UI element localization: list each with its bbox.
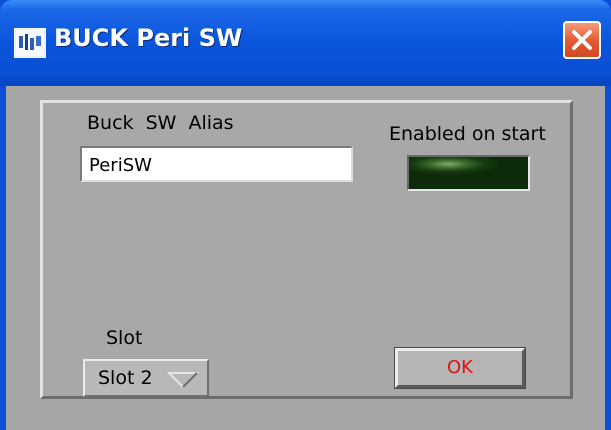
chevron-down-icon	[167, 372, 199, 389]
enabled-on-start-label: Enabled on start	[389, 123, 546, 145]
title-bar[interactable]: BUCK Peri SW	[0, 0, 611, 86]
enabled-on-start-led[interactable]	[407, 155, 530, 191]
settings-panel: Buck SW Alias PeriSW Enabled on start Sl…	[40, 100, 573, 399]
close-icon	[572, 30, 592, 50]
alias-input[interactable]: PeriSW	[80, 146, 353, 182]
window-title: BUCK Peri SW	[54, 24, 243, 52]
alias-label: Buck SW Alias	[87, 112, 234, 134]
ok-button[interactable]: OK	[394, 347, 526, 389]
close-button[interactable]	[563, 21, 601, 59]
dialog-window: BUCK Peri SW Buck SW Alias PeriSW Enable…	[0, 0, 611, 430]
slot-dropdown[interactable]: Slot 2	[83, 359, 209, 397]
app-icon	[14, 28, 46, 58]
client-area: Buck SW Alias PeriSW Enabled on start Sl…	[6, 86, 605, 430]
slot-selected-value: Slot 2	[98, 367, 153, 389]
slot-label: Slot	[106, 327, 143, 349]
